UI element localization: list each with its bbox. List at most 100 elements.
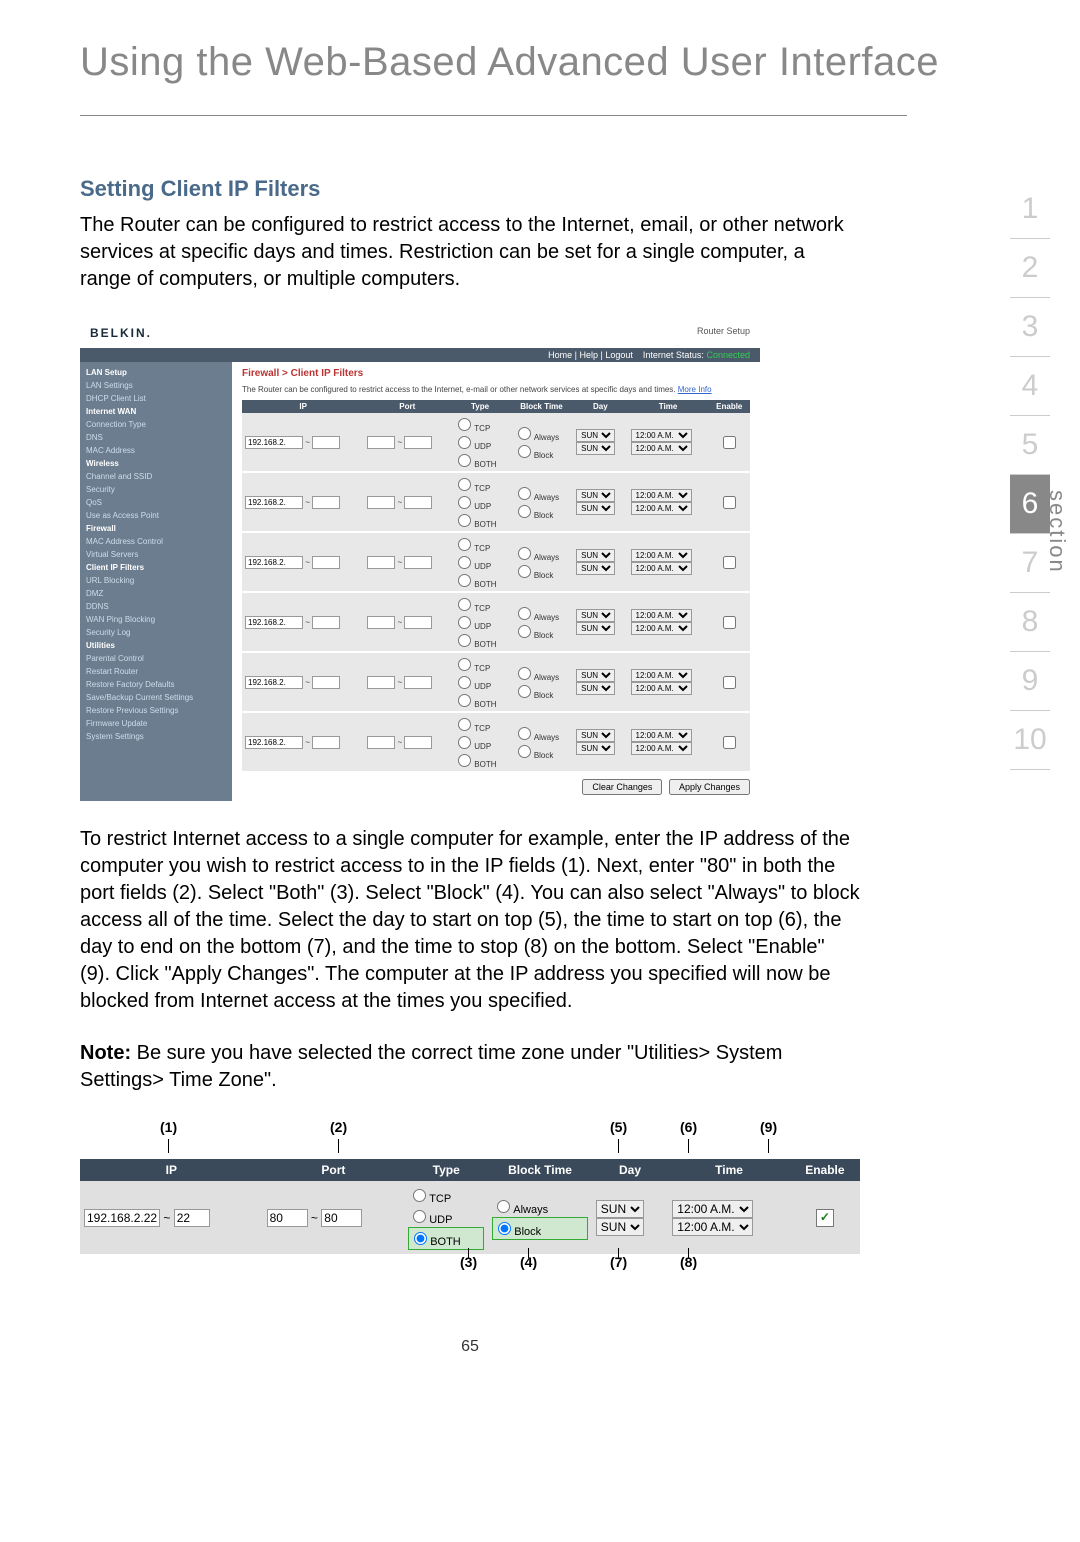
port-to-input[interactable] — [404, 736, 432, 749]
day-end-select[interactable]: SUN — [576, 502, 615, 515]
type-both-radio[interactable]: BOTH — [453, 511, 507, 529]
type-tcp-radio[interactable]: TCP — [453, 595, 507, 613]
port-to-input[interactable] — [404, 556, 432, 569]
section-num-5[interactable]: 5 — [1010, 416, 1050, 475]
port-to-input[interactable] — [404, 436, 432, 449]
time-end-select[interactable]: 12:00 A.M. — [631, 562, 692, 575]
time-start-select[interactable]: 12:00 A.M. — [631, 729, 692, 742]
apply-changes-button[interactable]: Apply Changes — [669, 779, 750, 795]
time-end-select[interactable]: 12:00 A.M. — [631, 622, 692, 635]
day-end-select[interactable]: SUN — [596, 1218, 644, 1236]
day-start-select[interactable]: SUN — [576, 609, 615, 622]
section-num-3[interactable]: 3 — [1010, 298, 1050, 357]
type-both-radio[interactable]: BOTH — [408, 1227, 484, 1250]
port-from-input[interactable] — [367, 436, 395, 449]
nav-item[interactable]: Restart Router — [86, 665, 226, 678]
type-udp-radio[interactable]: UDP — [453, 553, 507, 571]
block-block-radio[interactable]: Block — [492, 1217, 588, 1240]
nav-item[interactable]: WAN Ping Blocking — [86, 613, 226, 626]
day-end-select[interactable]: SUN — [576, 682, 615, 695]
section-num-2[interactable]: 2 — [1010, 239, 1050, 298]
type-tcp-radio[interactable]: TCP — [453, 655, 507, 673]
day-start-select[interactable]: SUN — [576, 489, 615, 502]
time-end-select[interactable]: 12:00 A.M. — [631, 502, 692, 515]
day-start-select[interactable]: SUN — [576, 549, 615, 562]
nav-item[interactable]: DDNS — [86, 600, 226, 613]
nav-item[interactable]: LAN Settings — [86, 379, 226, 392]
port-from-input[interactable] — [367, 676, 395, 689]
type-tcp-radio[interactable]: TCP — [453, 475, 507, 493]
ip-to-input[interactable] — [312, 736, 340, 749]
nav-item[interactable]: Restore Factory Defaults — [86, 678, 226, 691]
day-end-select[interactable]: SUN — [576, 622, 615, 635]
block-block-radio[interactable]: Block — [513, 562, 570, 580]
time-start-select[interactable]: 12:00 A.M. — [631, 489, 692, 502]
nav-item[interactable]: Security Log — [86, 626, 226, 639]
clear-changes-button[interactable]: Clear Changes — [582, 779, 662, 795]
type-udp-radio[interactable]: UDP — [453, 433, 507, 451]
port-from-input[interactable] — [367, 496, 395, 509]
day-end-select[interactable]: SUN — [576, 562, 615, 575]
block-block-radio[interactable]: Block — [513, 442, 570, 460]
port-from-input[interactable] — [367, 736, 395, 749]
ip-from-input[interactable] — [245, 676, 303, 689]
nav-item[interactable]: Use as Access Point — [86, 509, 226, 522]
block-block-radio[interactable]: Block — [513, 502, 570, 520]
enable-checkbox[interactable] — [723, 496, 736, 509]
ip-from-input[interactable] — [245, 556, 303, 569]
router-toplinks[interactable]: Home | Help | Logout — [548, 350, 633, 360]
type-udp-radio[interactable]: UDP — [408, 1206, 484, 1227]
block-always-radio[interactable]: Always — [492, 1196, 588, 1217]
block-always-radio[interactable]: Always — [513, 664, 570, 682]
ip-from-input[interactable] — [245, 436, 303, 449]
type-both-radio[interactable]: BOTH — [453, 631, 507, 649]
port-to-input[interactable] — [404, 616, 432, 629]
type-tcp-radio[interactable]: TCP — [453, 535, 507, 553]
more-info-link[interactable]: More Info — [678, 385, 712, 394]
ip-to-input[interactable] — [312, 436, 340, 449]
day-end-select[interactable]: SUN — [576, 742, 615, 755]
block-always-radio[interactable]: Always — [513, 544, 570, 562]
ip-to-input[interactable] — [312, 496, 340, 509]
time-start-select[interactable]: 12:00 A.M. — [631, 669, 692, 682]
section-num-4[interactable]: 4 — [1010, 357, 1050, 416]
port-from-input[interactable] — [267, 1209, 308, 1227]
day-end-select[interactable]: SUN — [576, 442, 615, 455]
enable-checkbox[interactable] — [723, 676, 736, 689]
enable-checkbox[interactable]: ✓ — [816, 1209, 834, 1227]
time-end-select[interactable]: 12:00 A.M. — [631, 742, 692, 755]
time-end-select[interactable]: 12:00 A.M. — [631, 442, 692, 455]
type-tcp-radio[interactable]: TCP — [453, 715, 507, 733]
type-tcp-radio[interactable]: TCP — [408, 1185, 484, 1206]
day-start-select[interactable]: SUN — [576, 429, 615, 442]
section-num-8[interactable]: 8 — [1010, 593, 1050, 652]
nav-item[interactable]: Security — [86, 483, 226, 496]
nav-item[interactable]: Restore Previous Settings — [86, 704, 226, 717]
day-start-select[interactable]: SUN — [576, 669, 615, 682]
nav-item[interactable]: Connection Type — [86, 418, 226, 431]
type-udp-radio[interactable]: UDP — [453, 613, 507, 631]
port-to-input[interactable] — [404, 676, 432, 689]
nav-item[interactable]: System Settings — [86, 730, 226, 743]
day-start-select[interactable]: SUN — [596, 1200, 644, 1218]
block-block-radio[interactable]: Block — [513, 682, 570, 700]
nav-item[interactable]: URL Blocking — [86, 574, 226, 587]
enable-checkbox[interactable] — [723, 556, 736, 569]
day-start-select[interactable]: SUN — [576, 729, 615, 742]
nav-item[interactable]: MAC Address Control — [86, 535, 226, 548]
type-both-radio[interactable]: BOTH — [453, 691, 507, 709]
type-both-radio[interactable]: BOTH — [453, 571, 507, 589]
enable-checkbox[interactable] — [723, 436, 736, 449]
nav-item[interactable]: Channel and SSID — [86, 470, 226, 483]
section-num-9[interactable]: 9 — [1010, 652, 1050, 711]
time-start-select[interactable]: 12:00 A.M. — [631, 609, 692, 622]
ip-to-input[interactable] — [312, 556, 340, 569]
enable-checkbox[interactable] — [723, 616, 736, 629]
port-to-input[interactable] — [404, 496, 432, 509]
type-udp-radio[interactable]: UDP — [453, 673, 507, 691]
section-num-10[interactable]: 10 — [1010, 711, 1050, 770]
nav-item[interactable]: Virtual Servers — [86, 548, 226, 561]
ip-from-input[interactable] — [245, 616, 303, 629]
time-end-select[interactable]: 12:00 A.M. — [631, 682, 692, 695]
type-udp-radio[interactable]: UDP — [453, 733, 507, 751]
